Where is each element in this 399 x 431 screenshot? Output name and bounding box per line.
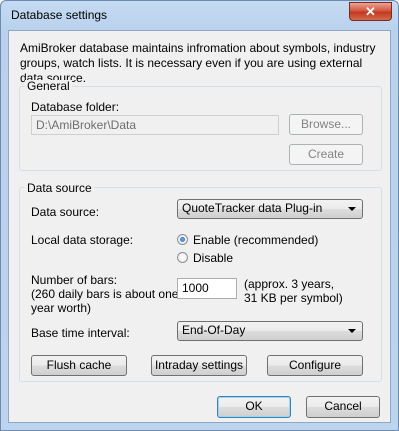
enable-radio-label: Enable (recommended) bbox=[193, 233, 319, 247]
disable-radio[interactable]: Disable bbox=[177, 251, 247, 265]
base-interval-value: End-Of-Day bbox=[182, 323, 246, 337]
description-text: AmiBroker database maintains infromation… bbox=[20, 41, 376, 85]
database-folder-label: Database folder: bbox=[31, 100, 120, 114]
window-title: Database settings bbox=[11, 8, 108, 22]
chevron-down-icon bbox=[348, 207, 356, 211]
create-button[interactable]: Create bbox=[289, 144, 363, 165]
bars-hint-line1: (approx. 3 years, bbox=[244, 277, 335, 291]
intraday-settings-button[interactable]: Intraday settings bbox=[151, 355, 247, 376]
enable-radio[interactable]: Enable (recommended) bbox=[177, 233, 327, 247]
browse-button[interactable]: Browse... bbox=[289, 114, 363, 135]
radio-selected-dot bbox=[180, 237, 185, 242]
title-bar[interactable]: Database settings ✕ bbox=[1, 1, 398, 29]
general-group-title: General bbox=[25, 79, 72, 93]
flush-cache-button[interactable]: Flush cache bbox=[31, 355, 127, 376]
data-source-dropdown[interactable]: QuoteTracker data Plug-in bbox=[177, 199, 363, 219]
configure-button[interactable]: Configure bbox=[267, 355, 363, 376]
close-button[interactable]: ✕ bbox=[349, 2, 392, 21]
database-folder-field[interactable]: D:\AmiBroker\Data bbox=[31, 115, 279, 135]
number-of-bars-input[interactable]: 1000 bbox=[177, 278, 237, 299]
local-storage-label: Local data storage: bbox=[31, 233, 134, 247]
base-interval-label: Base time interval: bbox=[31, 326, 130, 340]
cancel-button[interactable]: Cancel bbox=[306, 396, 380, 418]
dialog-body: AmiBroker database maintains infromation… bbox=[8, 30, 391, 423]
base-interval-dropdown[interactable]: End-Of-Day bbox=[177, 321, 363, 341]
number-of-bars-label-line1: Number of bars: bbox=[31, 273, 118, 287]
close-icon: ✕ bbox=[365, 4, 376, 19]
dialog-window: Database settings ✕ AmiBroker database m… bbox=[0, 0, 399, 431]
radio-circle bbox=[177, 234, 188, 245]
bars-hint-line2: 31 KB per symbol) bbox=[244, 291, 343, 305]
data-source-value: QuoteTracker data Plug-in bbox=[182, 201, 323, 215]
data-source-group-title: Data source bbox=[25, 181, 94, 195]
radio-circle bbox=[177, 252, 188, 263]
data-source-label: Data source: bbox=[31, 205, 100, 219]
number-of-bars-label-line3: year worth) bbox=[31, 301, 92, 315]
disable-radio-label: Disable bbox=[193, 251, 234, 265]
ok-button[interactable]: OK bbox=[217, 396, 291, 418]
number-of-bars-label-line2: (260 daily bars is about one bbox=[31, 287, 179, 301]
chevron-down-icon bbox=[348, 329, 356, 333]
